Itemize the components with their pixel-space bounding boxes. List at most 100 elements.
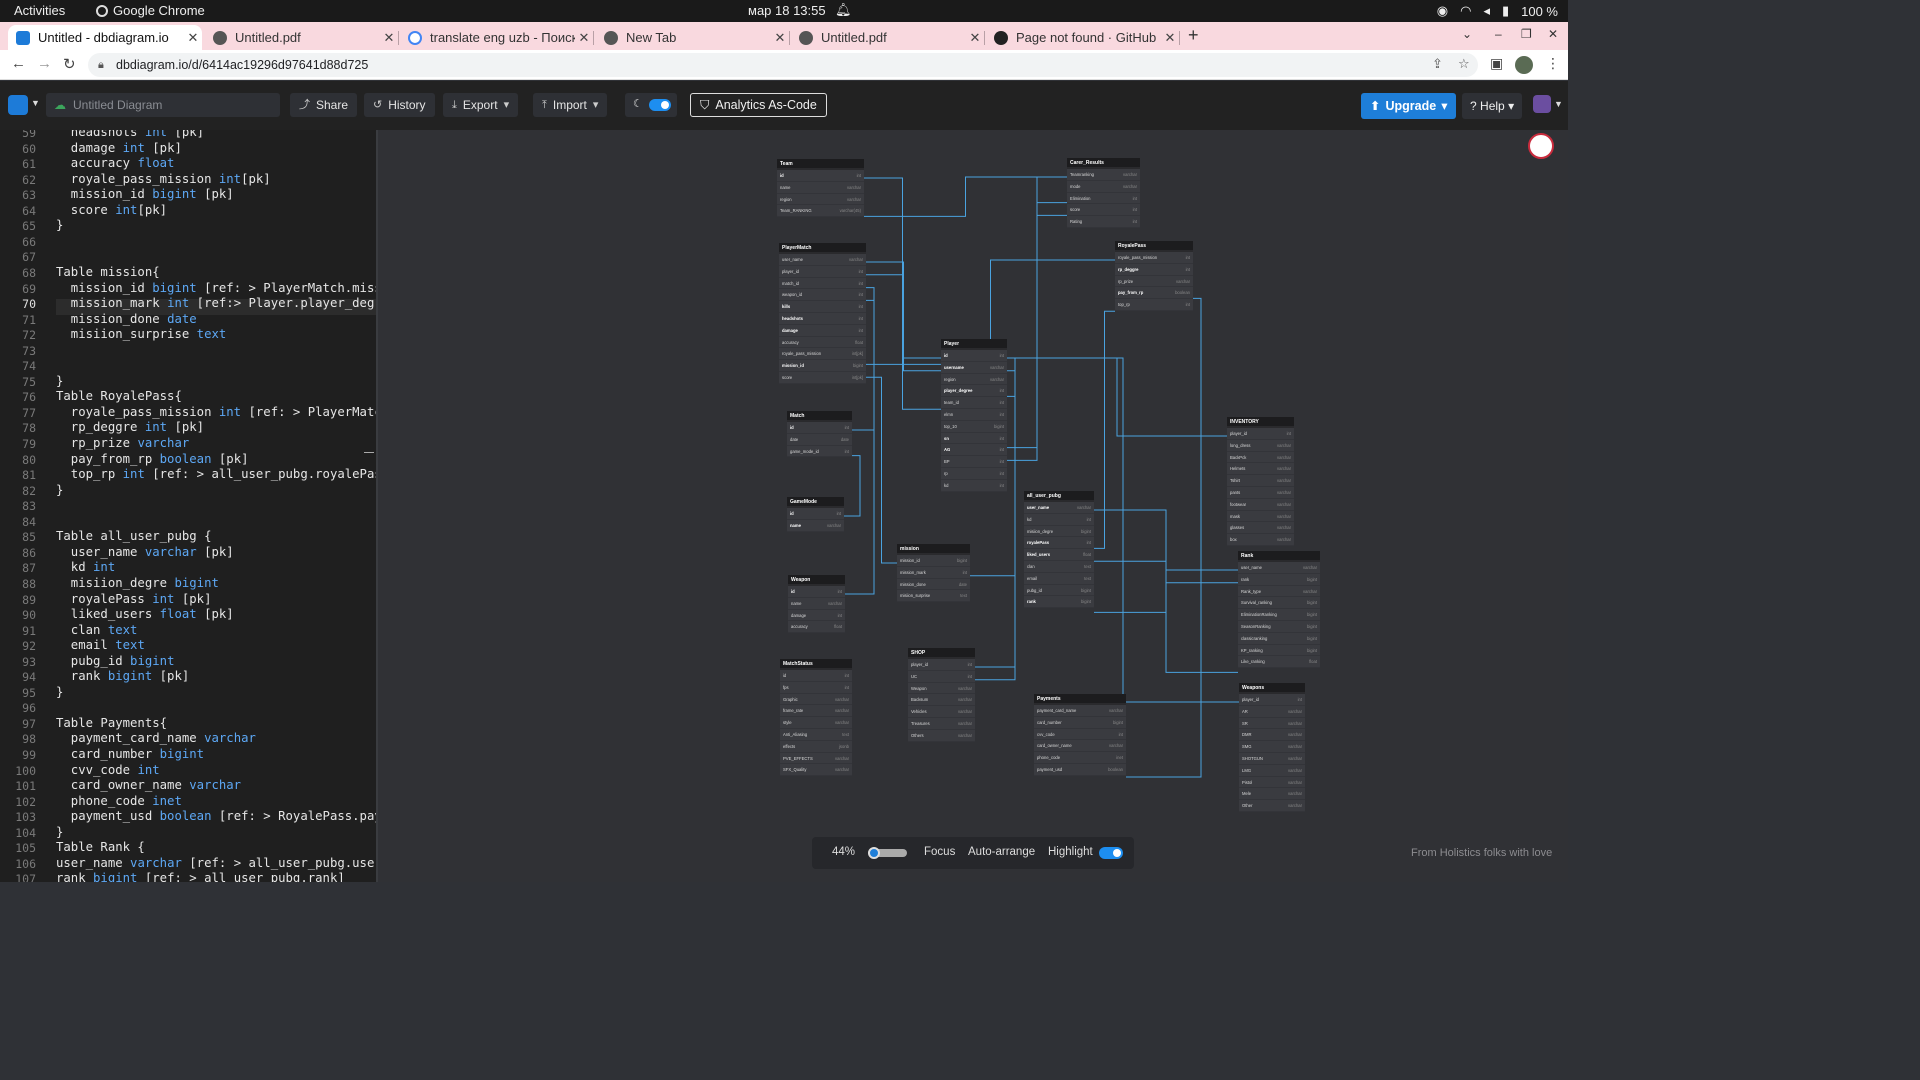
table-rank[interactable]: Rank user_name varchar rank bigint Rank_type v… bbox=[1238, 551, 1320, 669]
table-field[interactable]: UC int bbox=[908, 671, 975, 683]
code-line[interactable]: kd int bbox=[56, 560, 115, 574]
table-matchstatus[interactable]: MatchStatus id int fps int Graphic varchar fram… bbox=[780, 659, 852, 777]
tab-github[interactable]: Page not found · GitHub ✕ bbox=[986, 25, 1180, 50]
table-field[interactable]: pay_from_rp boolean bbox=[1115, 287, 1193, 300]
table-all-user-pubg[interactable]: all_user_pubg user_name varchar kd int misiio… bbox=[1024, 491, 1094, 609]
table-field[interactable]: royale_pass_mission int[pk] bbox=[779, 348, 866, 361]
table-field[interactable]: Graphic varchar bbox=[780, 694, 852, 706]
code-line[interactable]: top_rp int [ref: > all_user_pubg.royaleP… bbox=[56, 467, 376, 481]
close-icon[interactable]: ✕ bbox=[184, 30, 202, 46]
table-field[interactable]: id int bbox=[788, 586, 845, 598]
table-field[interactable]: Survival_ranking bigint bbox=[1238, 597, 1320, 610]
table-field[interactable]: damage int bbox=[779, 325, 866, 337]
table-field[interactable]: score int bbox=[1067, 204, 1140, 217]
table-field[interactable]: elmn int bbox=[941, 409, 1007, 421]
table-field[interactable]: mission_id bigint bbox=[779, 360, 866, 372]
code-line[interactable]: misiion_surprise text bbox=[56, 327, 227, 341]
table-field[interactable]: Rank_type varchar bbox=[1238, 586, 1320, 598]
table-field[interactable]: phone_code inet bbox=[1034, 752, 1126, 764]
table-field[interactable]: mission_done date bbox=[897, 579, 970, 591]
code-line[interactable]: Table Rank { bbox=[56, 840, 145, 854]
dbdiagram-logo-icon[interactable] bbox=[8, 95, 28, 115]
code-line[interactable]: rank bigint [ref: > all_user_pubg.rank] bbox=[56, 871, 345, 882]
table-field[interactable]: cvv_code int bbox=[1034, 729, 1126, 741]
table-field[interactable]: clan text bbox=[1024, 561, 1094, 573]
code-line[interactable]: pubg_id bigint bbox=[56, 654, 175, 668]
system-tray[interactable]: ◉ ◠ ◂ ▮ 100 % bbox=[1437, 3, 1558, 19]
table-field[interactable]: rp_deggre int bbox=[1115, 264, 1193, 276]
code-line[interactable]: damage int [pk] bbox=[56, 141, 182, 155]
table-mission[interactable]: mission mission_id bigint mission_mark int mi… bbox=[897, 544, 970, 603]
code-line[interactable]: score int[pk] bbox=[56, 203, 167, 217]
table-field[interactable]: damage int bbox=[788, 610, 845, 622]
table-field[interactable]: SeasonRanking bigint bbox=[1238, 621, 1320, 633]
import-button[interactable]: ⤒ Import ▾ bbox=[533, 93, 608, 117]
bookmark-star-icon[interactable]: ☆ bbox=[1458, 56, 1470, 72]
table-field[interactable]: name varchar bbox=[788, 598, 845, 610]
zoom-slider[interactable] bbox=[868, 847, 907, 859]
table-match[interactable]: Match id int date date game_mode_id int bbox=[787, 411, 852, 458]
table-field[interactable]: Pistol varchar bbox=[1239, 777, 1305, 789]
relationship-line[interactable] bbox=[866, 376, 897, 564]
code-line[interactable]: } bbox=[56, 374, 63, 388]
upgrade-button[interactable]: ⬆ Upgrade ▾ bbox=[1361, 93, 1457, 119]
table-field[interactable]: Like_ranking float bbox=[1238, 656, 1320, 669]
tab-search-icon[interactable]: ⌄ bbox=[1462, 27, 1472, 41]
table-gamemode[interactable]: GameMode id int name varchar bbox=[787, 497, 844, 532]
table-field[interactable]: card_owner_name varchar bbox=[1034, 740, 1126, 753]
code-line[interactable]: royale_pass_mission int [ref: > PlayerMa… bbox=[56, 405, 376, 419]
relationship-line[interactable] bbox=[1126, 297, 1202, 778]
table-field[interactable]: username varchar bbox=[941, 362, 1007, 374]
code-line[interactable]: misiion_degre bigint bbox=[56, 576, 219, 590]
profile-avatar[interactable] bbox=[1515, 56, 1533, 74]
table-field[interactable]: LMG varchar bbox=[1239, 765, 1305, 777]
code-editor[interactable]: 59 headshots int [pk] 60 damage int [pk] 6… bbox=[0, 130, 376, 882]
table-field[interactable]: Rating int bbox=[1067, 216, 1140, 228]
table-field[interactable]: KP_ranking bigint bbox=[1238, 645, 1320, 657]
relationship-line[interactable] bbox=[1007, 357, 1227, 437]
table-field[interactable]: SFX_Quality varchar bbox=[780, 764, 852, 777]
table-weapons[interactable]: Weapons player_id int AR varchar SR varchar DMR… bbox=[1239, 683, 1305, 812]
close-icon[interactable]: ✕ bbox=[1161, 30, 1179, 46]
table-field[interactable]: user_name varchar bbox=[1024, 502, 1094, 514]
code-line[interactable]: mission_id bigint [pk] bbox=[56, 187, 234, 201]
lock-icon[interactable]: 🔒︎ bbox=[98, 53, 104, 77]
new-tab-button[interactable]: + bbox=[1188, 25, 1199, 46]
help-button[interactable]: ? Help ▾ bbox=[1462, 93, 1523, 119]
table-field[interactable]: liked_users float bbox=[1024, 549, 1094, 561]
table-field[interactable]: kd int bbox=[1024, 514, 1094, 526]
table-team[interactable]: Team id int name varchar region varchar Team_RA… bbox=[777, 159, 864, 218]
table-field[interactable]: Vehicles varchar bbox=[908, 706, 975, 718]
table-field[interactable]: Treasures varchar bbox=[908, 718, 975, 730]
chevron-down-icon[interactable]: ▼ bbox=[1554, 99, 1563, 109]
close-window-icon[interactable]: ✕ bbox=[1548, 27, 1558, 41]
table-field[interactable]: mask varchar bbox=[1227, 511, 1294, 523]
relationship-line[interactable] bbox=[866, 274, 941, 359]
table-field[interactable]: Elimination int bbox=[1067, 193, 1140, 205]
table-field[interactable]: DMR varchar bbox=[1239, 729, 1305, 742]
code-line[interactable]: payment_card_name varchar bbox=[56, 731, 256, 745]
code-line[interactable]: user_name varchar [pk] bbox=[56, 545, 234, 559]
table-field[interactable]: kd int bbox=[941, 480, 1007, 492]
tab-dbdiagram[interactable]: Untitled - dbdiagram.io ✕ bbox=[8, 25, 202, 50]
highlight-toggle[interactable] bbox=[1099, 847, 1123, 859]
table-payments[interactable]: Payments payment_card_name varchar card_num… bbox=[1034, 694, 1126, 776]
table-field[interactable]: SR varchar bbox=[1239, 718, 1305, 730]
table-field[interactable]: misiion_surprise text bbox=[897, 590, 970, 603]
table-field[interactable]: accuracy float bbox=[788, 621, 845, 634]
table-field[interactable]: SMG varchar bbox=[1239, 741, 1305, 753]
relationship-line[interactable] bbox=[844, 455, 861, 517]
table-field[interactable]: player_degree int bbox=[941, 385, 1007, 398]
table-field[interactable]: Team_RANKING varchar(45) bbox=[777, 205, 864, 218]
table-field[interactable]: EliminationRanking bigint bbox=[1238, 609, 1320, 621]
code-line[interactable]: email text bbox=[56, 638, 145, 652]
tab-untitled-pdf[interactable]: Untitled.pdf ✕ bbox=[205, 25, 399, 50]
relationship-line[interactable] bbox=[1007, 214, 1067, 461]
share-button[interactable]: ⤴ Share bbox=[290, 93, 358, 117]
code-line[interactable]: liked_users float [pk] bbox=[56, 607, 234, 621]
collaborator-avatar[interactable] bbox=[1528, 133, 1554, 159]
code-line[interactable]: headshots int [pk] bbox=[56, 130, 204, 139]
code-line[interactable]: cvv_code int bbox=[56, 763, 160, 777]
code-line[interactable]: payment_usd boolean [ref: > RoyalePass.p… bbox=[56, 809, 376, 823]
table-field[interactable]: footwear varchar bbox=[1227, 499, 1294, 511]
